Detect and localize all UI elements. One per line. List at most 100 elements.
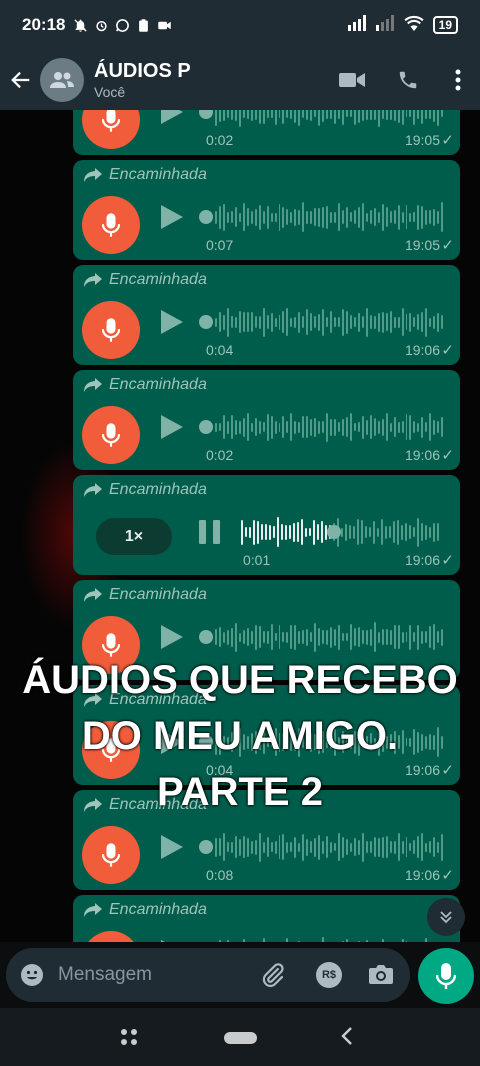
waveform-bar <box>385 413 388 441</box>
waveform-bar <box>294 110 297 123</box>
waveform-bar <box>218 423 221 431</box>
waveform-bar <box>334 110 337 124</box>
waveform-bar <box>326 205 329 229</box>
waveform-bar <box>409 525 411 539</box>
pause-button[interactable] <box>199 520 220 544</box>
waveform[interactable] <box>215 828 444 866</box>
waveform[interactable] <box>215 198 444 236</box>
play-button[interactable] <box>161 310 183 334</box>
waveform-bar <box>258 626 261 648</box>
progress-thumb[interactable] <box>199 420 213 434</box>
waveform-bar <box>409 843 412 851</box>
attach-icon[interactable] <box>260 962 286 993</box>
waveform[interactable] <box>215 110 444 131</box>
microphone-icon <box>102 318 120 342</box>
play-button[interactable] <box>161 835 183 859</box>
nav-back-icon[interactable] <box>340 1026 354 1051</box>
waveform-bar <box>234 207 237 227</box>
voice-message-bubble[interactable]: Encaminhada 0:07 19:05 ✓ <box>73 160 460 260</box>
play-button[interactable] <box>161 110 183 124</box>
progress-thumb[interactable] <box>199 630 213 644</box>
voice-message-bubble[interactable]: Encaminhada <box>73 895 460 942</box>
play-button[interactable] <box>161 415 183 439</box>
voice-message-bubble[interactable]: Encaminhada 1× 0:01 19:06 ✓ <box>73 475 460 575</box>
waveform-bar <box>401 524 403 540</box>
waveform-bar <box>342 110 344 125</box>
waveform-bar <box>326 629 329 645</box>
waveform-bar <box>250 840 253 854</box>
waveform-bar <box>298 421 301 433</box>
waveform[interactable] <box>215 933 444 942</box>
waveform-bar <box>401 211 404 223</box>
emoji-icon[interactable] <box>20 963 44 992</box>
waveform-bar <box>338 110 340 119</box>
progress-thumb[interactable] <box>199 315 213 329</box>
waveform[interactable] <box>215 303 444 341</box>
waveform-bar <box>349 624 352 650</box>
more-options-icon <box>455 69 461 91</box>
waveform-bar <box>349 110 352 117</box>
waveform-bar <box>318 420 321 434</box>
message-input[interactable] <box>58 958 248 992</box>
forwarded-text: Encaminhada <box>109 901 207 918</box>
waveform-bar <box>262 110 265 124</box>
voice-message-bubble[interactable]: 0:02 19:05 ✓ <box>73 110 460 155</box>
signal-weak-icon <box>375 14 395 36</box>
waveform[interactable] <box>215 618 444 656</box>
waveform[interactable] <box>215 408 444 446</box>
audio-duration: 0:02 <box>206 132 234 148</box>
home-button[interactable] <box>224 1032 257 1044</box>
camera-icon[interactable] <box>368 962 394 991</box>
waveform-bar <box>226 307 229 337</box>
waveform-bar <box>310 632 313 642</box>
waveform-bar <box>261 524 263 540</box>
waveform-bar <box>254 110 257 120</box>
sent-check-icon: ✓ <box>441 237 454 254</box>
waveform-bar <box>318 207 321 227</box>
waveform-bar <box>230 841 233 853</box>
waveform-bar <box>397 625 400 649</box>
waveform-bar <box>393 625 396 649</box>
waveform-bar <box>401 110 404 125</box>
waveform-bar <box>258 832 261 862</box>
video-call-button[interactable] <box>324 50 380 110</box>
group-avatar[interactable] <box>40 58 84 102</box>
chat-title-block[interactable]: ÁUDIOS P Você <box>94 59 191 101</box>
progress-thumb[interactable] <box>327 525 341 539</box>
play-button[interactable] <box>161 205 183 229</box>
payment-button[interactable]: R$ <box>316 962 342 988</box>
waveform-bar <box>278 110 281 118</box>
back-button[interactable] <box>2 50 40 110</box>
waveform-bar <box>405 837 408 857</box>
waveform-bar <box>294 836 297 858</box>
record-voice-button[interactable] <box>418 948 474 1004</box>
waveform[interactable] <box>241 513 441 551</box>
header-actions <box>324 50 480 110</box>
waveform-bar <box>270 312 273 332</box>
waveform-bar <box>357 206 360 228</box>
voice-call-button[interactable] <box>380 50 436 110</box>
waveform-bar <box>353 110 356 125</box>
waveform-bar <box>405 314 408 330</box>
forward-arrow-icon <box>84 588 102 602</box>
waveform-bar <box>345 839 348 855</box>
waveform-bar <box>369 628 372 646</box>
voice-message-bubble[interactable]: Encaminhada 0:04 19:06 ✓ <box>73 265 460 365</box>
waveform-bar <box>401 840 404 854</box>
playback-speed-button[interactable]: 1× <box>96 518 172 555</box>
play-button[interactable] <box>161 625 183 649</box>
chat-area[interactable]: 0:02 19:05 ✓ Encaminhada 0:07 19:05 ✓ Encaminha… <box>0 110 480 942</box>
waveform-bar <box>306 309 309 335</box>
progress-thumb[interactable] <box>199 210 213 224</box>
waveform-bar <box>413 110 416 125</box>
waveform-bar <box>322 840 325 854</box>
waveform-bar <box>278 422 281 432</box>
voice-message-bubble[interactable]: Encaminhada 0:02 19:06 ✓ <box>73 370 460 470</box>
more-options-button[interactable] <box>436 50 480 110</box>
scroll-to-bottom-button[interactable] <box>427 898 465 936</box>
progress-thumb[interactable] <box>199 110 213 119</box>
waveform-bar <box>334 418 337 436</box>
recents-icon[interactable] <box>120 1028 138 1051</box>
waveform-bar <box>417 422 420 432</box>
progress-thumb[interactable] <box>199 840 213 854</box>
